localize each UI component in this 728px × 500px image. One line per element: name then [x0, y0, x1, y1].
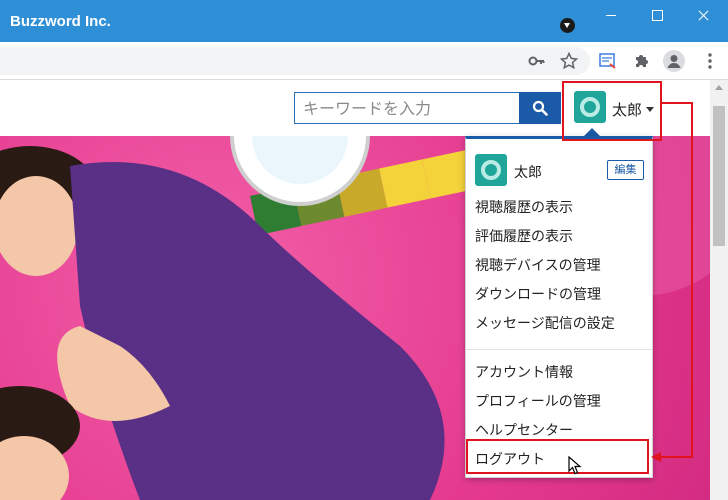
browser-toolbar — [0, 42, 728, 80]
annotation-highlight-logout — [466, 439, 649, 474]
extension-icon[interactable] — [598, 51, 618, 71]
profile-dropdown-icon[interactable] — [560, 18, 575, 33]
scrollbar-thumb[interactable] — [713, 106, 725, 246]
dropdown-avatar — [475, 154, 507, 186]
menu-icon[interactable] — [700, 51, 720, 71]
star-icon[interactable] — [559, 51, 579, 71]
account-icon[interactable] — [663, 50, 685, 72]
search-icon — [532, 100, 548, 116]
key-icon[interactable] — [527, 51, 547, 71]
scroll-up-icon[interactable] — [715, 85, 723, 90]
menu-item-download-management[interactable]: ダウンロードの管理 — [475, 284, 601, 304]
account-dropdown: 太郎 編集 視聴履歴の表示 評価履歴の表示 視聴デバイスの管理 ダウンロードの管… — [465, 136, 653, 478]
menu-item-rating-history[interactable]: 評価履歴の表示 — [475, 226, 573, 246]
edit-button[interactable]: 編集 — [607, 160, 644, 180]
menu-item-viewing-history[interactable]: 視聴履歴の表示 — [475, 197, 573, 217]
menu-item-profile-management[interactable]: プロフィールの管理 — [475, 391, 601, 411]
puzzle-icon[interactable] — [632, 51, 652, 71]
window-titlebar: Buzzword Inc. — [0, 0, 728, 42]
page-scrollbar[interactable] — [710, 80, 728, 500]
close-button[interactable] — [680, 0, 726, 32]
search-button[interactable] — [519, 92, 561, 124]
maximize-button[interactable] — [634, 0, 680, 32]
window-title: Buzzword Inc. — [10, 13, 111, 30]
menu-item-message-settings[interactable]: メッセージ配信の設定 — [475, 313, 615, 333]
menu-item-help-center[interactable]: ヘルプセンター — [475, 420, 573, 440]
menu-item-account-info[interactable]: アカウント情報 — [475, 362, 573, 382]
dropdown-user-name: 太郎 — [514, 165, 542, 181]
search-input[interactable] — [294, 92, 519, 124]
address-bar[interactable] — [0, 47, 590, 75]
mouse-cursor-icon — [568, 456, 582, 475]
minimize-button[interactable] — [588, 0, 634, 32]
menu-divider — [466, 349, 652, 350]
annotation-highlight-account — [562, 81, 662, 141]
menu-item-device-management[interactable]: 視聴デバイスの管理 — [475, 255, 601, 275]
page-content: 太郎 太郎 編集 視聴履歴の表示 評価履歴の表示 視聴デバイスの管理 ダウンロー… — [0, 80, 710, 500]
